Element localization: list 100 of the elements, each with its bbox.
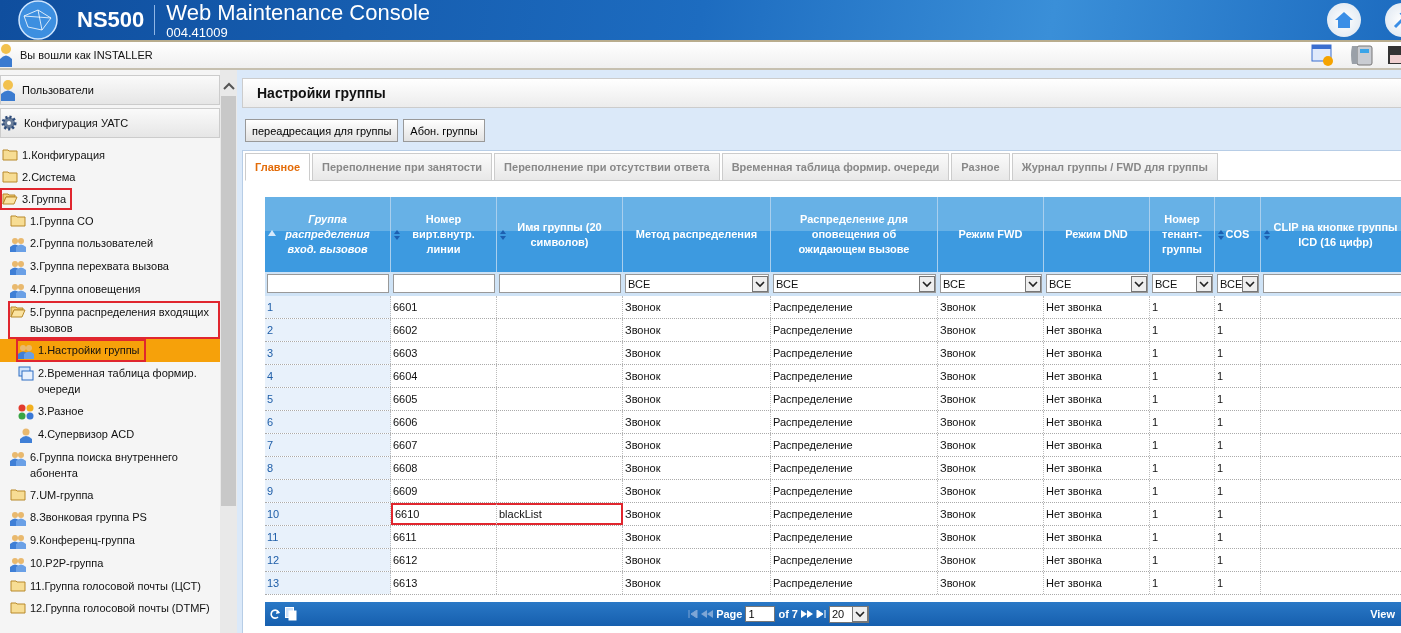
tree-item[interactable]: 3.Группа	[0, 188, 73, 210]
tree-item[interactable]: 12.Группа голосовой почты (DTMF)	[8, 597, 216, 619]
tree-item[interactable]: 5.Группа распределения входящих вызовов	[8, 301, 220, 339]
table-cell: Звонок	[623, 411, 771, 433]
filter-dropdown[interactable]: ВСЕ	[1152, 274, 1213, 293]
table-cell: 1	[1215, 480, 1261, 502]
table-cell: Звонок	[623, 388, 771, 410]
table-cell: Распределение	[771, 503, 938, 525]
table-cell: Распределение	[771, 572, 938, 594]
group-number-link[interactable]: 12	[265, 549, 391, 571]
home-icon	[1334, 10, 1354, 30]
table-cell: 1	[1215, 526, 1261, 548]
group-number-link[interactable]: 1	[265, 296, 391, 318]
copy-icon[interactable]	[285, 607, 297, 621]
table-cell: Распределение	[771, 549, 938, 571]
table-cell: Нет звонка	[1044, 411, 1150, 433]
login-status-text: Вы вошли как INSTALLER	[20, 49, 153, 61]
tree-item[interactable]: 10.P2P-группа	[8, 552, 110, 575]
tree-item[interactable]: 4.Супервизор ACD	[16, 423, 141, 446]
tree-item[interactable]: 8.Звонковая группа PS	[8, 506, 153, 529]
table-cell: 1	[1215, 434, 1261, 456]
table-cell: 6604	[391, 365, 497, 387]
filter-dropdown[interactable]: ВСЕ	[1217, 274, 1259, 293]
table-cell: 6607	[391, 434, 497, 456]
group-number-link[interactable]: 6	[265, 411, 391, 433]
person-icon	[18, 427, 34, 443]
tree-item[interactable]: 3.Группа перехвата вызова	[8, 255, 175, 278]
table-cell: 1	[1215, 296, 1261, 318]
tree-item[interactable]: 2.Группа пользователей	[8, 232, 160, 255]
home-button[interactable]	[1327, 3, 1361, 37]
sidebar-panel-header[interactable]: Пользователи	[0, 75, 220, 105]
group-number-link[interactable]: 11	[265, 526, 391, 548]
group-number-link[interactable]: 2	[265, 319, 391, 341]
table-cell: 6612	[391, 549, 497, 571]
table-cell: 1	[1150, 572, 1215, 594]
page-number-field[interactable]: 1	[745, 606, 776, 622]
table-cell: 1	[1215, 365, 1261, 387]
table-cell: Звонок	[938, 319, 1044, 341]
filter-dropdown[interactable]: ВСЕ	[1046, 274, 1148, 293]
table-cell: 1	[1215, 572, 1261, 594]
table-cell: Нет звонка	[1044, 388, 1150, 410]
app-title: Web Maintenance Console	[166, 1, 431, 24]
tree-item[interactable]: 9.Конференц-группа	[8, 529, 141, 552]
page-label: Page	[716, 608, 743, 620]
table-cell: Звонок	[938, 434, 1044, 456]
sidebar-scrollbar[interactable]	[220, 70, 237, 633]
group-number-link[interactable]: 3	[265, 342, 391, 364]
refresh-icon[interactable]	[269, 608, 281, 620]
tree-item[interactable]: 1.Настройки группы	[16, 339, 146, 362]
group-number-link[interactable]: 10	[265, 503, 391, 525]
calendar-alert-icon[interactable]	[1311, 43, 1335, 67]
folder-icon	[10, 601, 26, 614]
view-records-text: View	[1370, 608, 1395, 620]
tree-item[interactable]: 6.Группа поиска внутреннего абонента	[8, 446, 220, 484]
scroll-up-icon[interactable]	[222, 82, 235, 90]
tree-item[interactable]: 7.UM-группа	[8, 484, 100, 506]
table-cell: Нет звонка	[1044, 572, 1150, 594]
action-button[interactable]: Абон. группы	[403, 119, 485, 142]
table-cell: Звонок	[623, 480, 771, 502]
tree-item[interactable]: 11.Группа голосовой почты (ЦСТ)	[8, 575, 207, 597]
table-cell: 1	[1215, 503, 1261, 525]
tree-item[interactable]: 1.Группа CO	[8, 210, 100, 232]
open-folder-icon	[2, 192, 18, 205]
last-page-icon[interactable]	[816, 610, 826, 618]
filter-field[interactable]	[499, 274, 621, 293]
filter-dropdown[interactable]: ВСЕ	[940, 274, 1042, 293]
table-cell: Распределение	[771, 319, 938, 341]
sidebar-panel-header[interactable]: Конфигурация УАТС	[0, 108, 220, 138]
table-cell: Звонок	[938, 572, 1044, 594]
save-icon[interactable]	[1387, 43, 1401, 67]
table-cell: Нет звонка	[1044, 457, 1150, 479]
page-size-dropdown[interactable]: 20	[829, 605, 869, 623]
table-cell: Звонок	[938, 457, 1044, 479]
filter-dropdown[interactable]: ВСЕ	[625, 274, 769, 293]
table-cell: 6610	[391, 503, 497, 525]
table-cell: 1	[1150, 526, 1215, 548]
group-number-link[interactable]: 5	[265, 388, 391, 410]
filter-field[interactable]	[267, 274, 389, 293]
table-cell: Нет звонка	[1044, 549, 1150, 571]
phone-icon[interactable]	[1349, 43, 1373, 67]
group-number-link[interactable]: 13	[265, 572, 391, 594]
table-cell: Звонок	[938, 503, 1044, 525]
table-cell: Звонок	[938, 480, 1044, 502]
tree-item[interactable]: 1.Конфигурация	[0, 144, 111, 166]
tree-item[interactable]: 2.Временная таблица формир. очереди	[16, 362, 220, 400]
next-page-icon[interactable]	[801, 610, 813, 618]
table-cell: 1	[1150, 457, 1215, 479]
table-cell: Звонок	[623, 503, 771, 525]
tree-item[interactable]: 4.Группа оповещения	[8, 278, 147, 301]
tree-item[interactable]: 2.Система	[0, 166, 82, 188]
group-number-link[interactable]: 8	[265, 457, 391, 479]
filter-field[interactable]	[393, 274, 495, 293]
action-button[interactable]: переадресация для группы	[245, 119, 399, 142]
table-cell: Распределение	[771, 296, 938, 318]
filter-field[interactable]	[1263, 274, 1401, 293]
tree-item[interactable]: 3.Разное	[16, 400, 90, 423]
filter-dropdown[interactable]: ВСЕ	[773, 274, 936, 293]
group-number-link[interactable]: 4	[265, 365, 391, 387]
group-number-link[interactable]: 7	[265, 434, 391, 456]
group-number-link[interactable]: 9	[265, 480, 391, 502]
